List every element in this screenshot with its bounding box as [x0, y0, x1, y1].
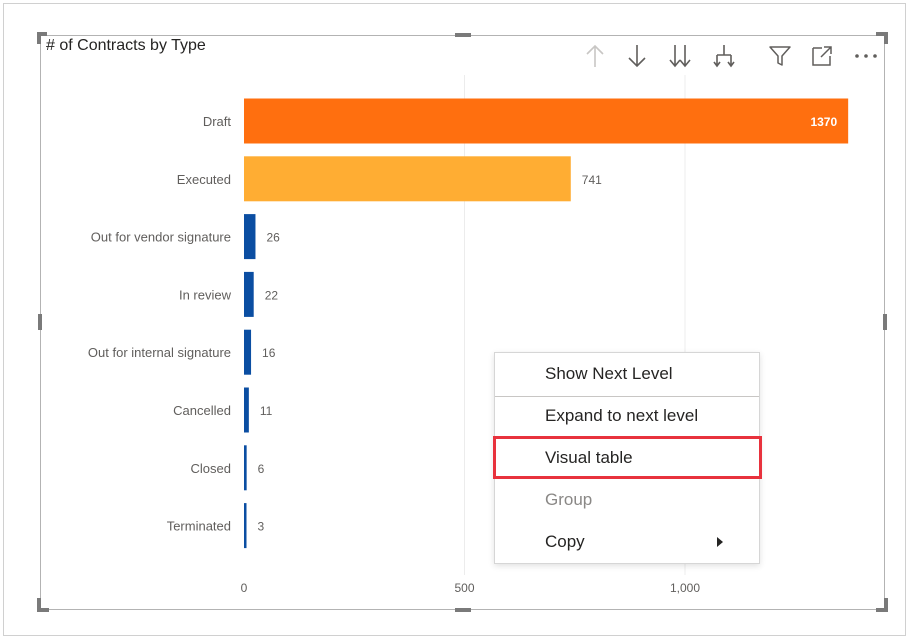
bar-chart: 0 500 1,000 Draft 1370 Executed 741 Out for ven…: [88, 75, 849, 595]
bar: [244, 271, 254, 317]
submenu-arrow-icon: [717, 537, 723, 547]
menu-item-highlight-box: [493, 436, 762, 479]
category-label: Draft: [203, 114, 232, 129]
bar: [244, 503, 247, 549]
data-label: 3: [258, 520, 265, 534]
data-label: 1370: [810, 115, 837, 129]
menu-item-expand-to-next-level[interactable]: Expand to next level: [495, 395, 759, 437]
bar: [244, 329, 252, 375]
bar: [244, 156, 571, 202]
x-tick-label: 500: [454, 581, 474, 595]
menu-item-copy[interactable]: Copy: [495, 521, 759, 563]
menu-item-copy-label: Copy: [545, 532, 585, 551]
menu-item-show-next-level[interactable]: Show Next Level: [495, 353, 759, 395]
data-label: 741: [582, 173, 602, 187]
data-label: 26: [266, 231, 280, 245]
x-tick-label: 1,000: [670, 581, 700, 595]
x-tick-label: 0: [241, 581, 248, 595]
category-label: In review: [179, 287, 232, 302]
category-label: Out for vendor signature: [91, 230, 231, 245]
bar: [244, 214, 256, 260]
category-label: Cancelled: [173, 403, 231, 418]
category-label: Terminated: [167, 519, 231, 534]
bar: [244, 445, 247, 491]
data-label: 22: [265, 288, 279, 302]
menu-item-group: Group: [545, 490, 593, 509]
data-label: 16: [262, 346, 276, 360]
category-label: Executed: [177, 172, 231, 187]
category-label: Out for internal signature: [88, 345, 231, 360]
bar: [244, 98, 849, 144]
data-label: 11: [260, 404, 273, 418]
bar: [244, 387, 249, 433]
data-label: 6: [258, 462, 265, 476]
category-label: Closed: [191, 461, 231, 476]
